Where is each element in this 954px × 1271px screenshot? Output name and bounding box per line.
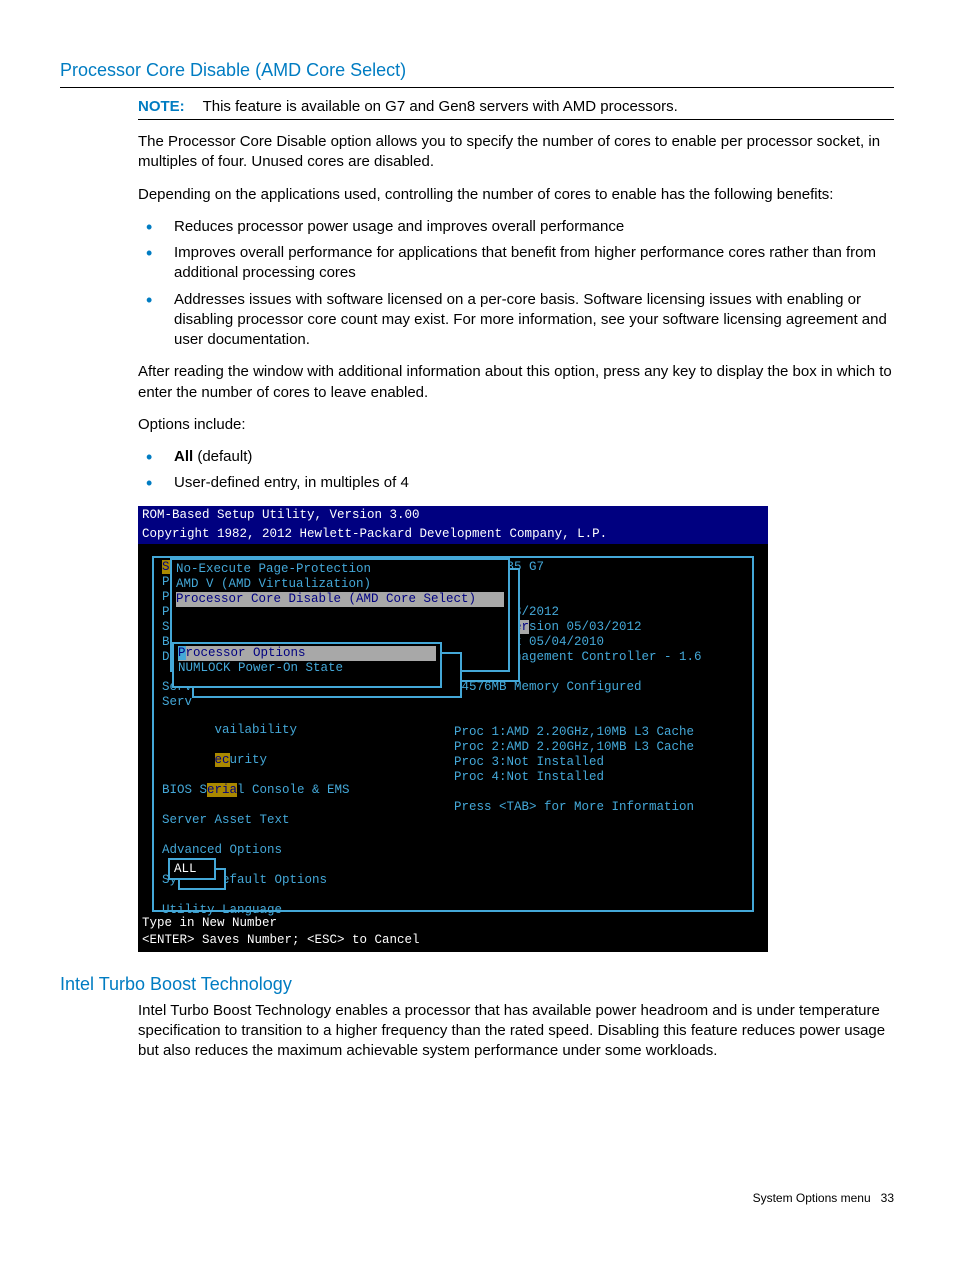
info-line <box>454 785 702 800</box>
page-footer: System Options menu 33 <box>60 1191 894 1205</box>
note-text: This feature is available on G7 and Gen8… <box>203 98 678 115</box>
note-label: NOTE: <box>138 98 185 115</box>
info-line: Proc 2:AMD 2.20GHz,10MB L3 Cache <box>454 740 702 755</box>
bios-header-line1: ROM-Based Setup Utility, Version 3.00 <box>138 506 768 525</box>
info-line <box>454 710 702 725</box>
info-line: Press <TAB> for More Information <box>454 800 702 815</box>
bios-left-menu-tail: Serv vailability Serv ecurity BIOS Seria… <box>162 708 350 933</box>
list-item: Addresses issues with software licensed … <box>138 290 894 351</box>
submenu-item-selected: Processor Core Disable (AMD Core Select) <box>176 592 504 607</box>
submenu-item: AMD V (AMD Virtualization) <box>176 577 504 592</box>
section-heading-processor-core-disable: Processor Core Disable (AMD Core Select) <box>60 60 894 81</box>
info-line: Proc 4:Not Installed <box>454 770 702 785</box>
paragraph: Intel Turbo Boost Technology enables a p… <box>138 1001 894 1062</box>
proc-item-selected: Processor Options <box>178 646 436 661</box>
option-all-rest: (default) <box>193 448 252 465</box>
submenu-item <box>176 607 504 622</box>
benefit-list: Reduces processor power usage and improv… <box>138 217 894 351</box>
page-number: 33 <box>881 1191 894 1205</box>
rule <box>138 119 894 120</box>
proc-item: NUMLOCK Power-On State <box>178 661 436 676</box>
footer-text: System Options menu <box>753 1191 871 1205</box>
list-item: Reduces processor power usage and improv… <box>138 217 894 237</box>
bios-screenshot: ROM-Based Setup Utility, Version 3.00 Co… <box>138 506 768 952</box>
bios-footer-line2: <ENTER> Saves Number; <ESC> to Cancel <box>138 933 768 950</box>
option-all-bold: All <box>174 448 193 465</box>
info-line: Proc 3:Not Installed <box>454 755 702 770</box>
rule <box>60 87 894 88</box>
note-line: NOTE: This feature is available on G7 an… <box>138 98 894 115</box>
list-item: User-defined entry, in multiples of 4 <box>138 473 894 493</box>
section-heading-intel-turbo: Intel Turbo Boost Technology <box>60 974 894 995</box>
info-line: Proc 1:AMD 2.20GHz,10MB L3 Cache <box>454 725 702 740</box>
bios-entry-box[interactable]: ALL <box>168 858 216 880</box>
list-item: All (default) <box>138 447 894 467</box>
bios-header-line2: Copyright 1982, 2012 Hewlett-Packard Dev… <box>138 525 768 544</box>
info-line: 24576MB Memory Configured <box>454 680 702 695</box>
paragraph: The Processor Core Disable option allows… <box>138 132 894 173</box>
paragraph: Options include: <box>138 415 894 435</box>
paragraph: Depending on the applications used, cont… <box>138 185 894 205</box>
bios-proc-panel: Processor Options NUMLOCK Power-On State <box>172 642 442 688</box>
list-item: Improves overall performance for applica… <box>138 243 894 284</box>
options-list: All (default) User-defined entry, in mul… <box>138 447 894 494</box>
paragraph: After reading the window with additional… <box>138 362 894 403</box>
submenu-item: No-Execute Page-Protection <box>176 562 504 577</box>
info-line <box>454 695 702 710</box>
